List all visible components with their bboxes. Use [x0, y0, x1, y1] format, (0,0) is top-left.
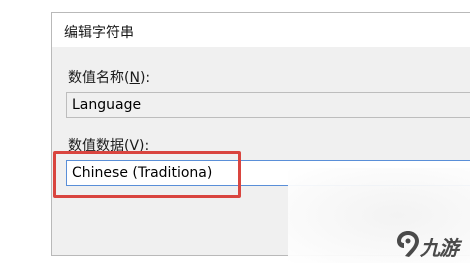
annotation-highlight-box: [53, 151, 241, 198]
value-name-field[interactable]: Language: [66, 92, 470, 118]
dialog-title: 编辑字符串: [64, 25, 134, 41]
value-name-label-key: N: [129, 70, 140, 86]
screenshot-stage: 编辑字符串 数值名称(N): Language 数值数据(V): Chinese…: [0, 0, 470, 263]
watermark-text: 九游: [420, 236, 459, 260]
value-name-label: 数值名称(N):: [68, 67, 150, 87]
watermark: 九游: [395, 227, 470, 263]
jiuyou-logo-icon: [397, 231, 419, 257]
value-name-label-prefix: 数值名称(: [68, 70, 130, 86]
value-name-label-suffix: ):: [139, 70, 151, 86]
dialog-titlebar: 编辑字符串: [52, 13, 470, 47]
